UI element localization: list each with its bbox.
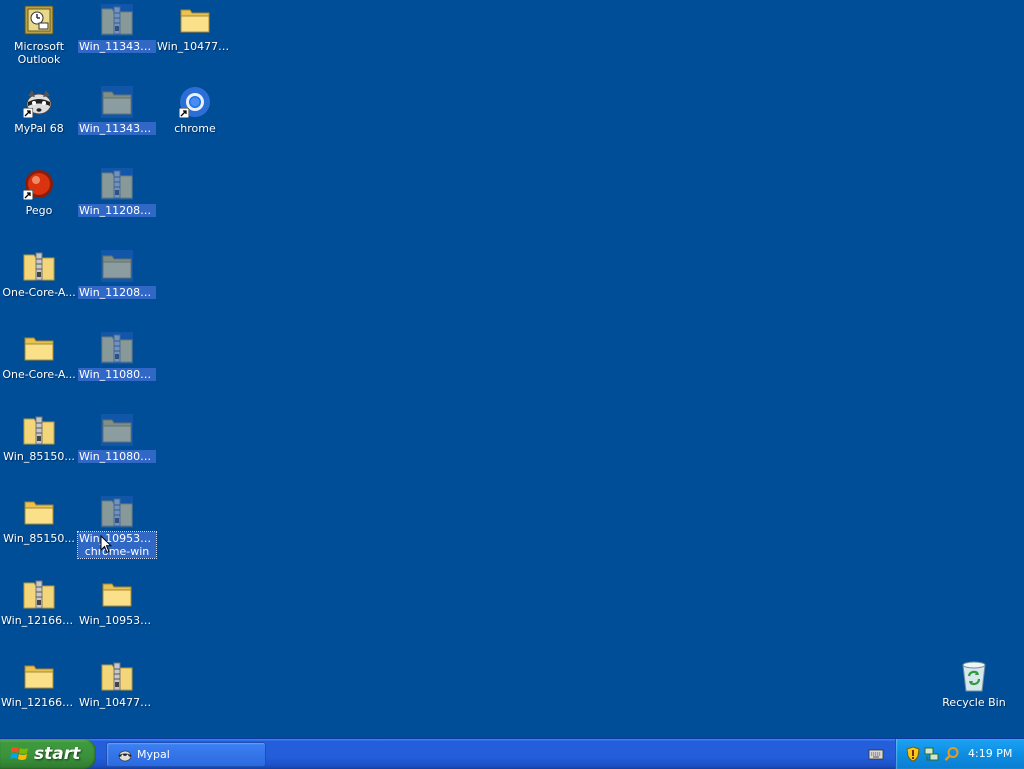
- folder-icon: [179, 4, 211, 36]
- icon-label: Win_112089...: [78, 286, 156, 299]
- desktop-icon-win-113434-folder[interactable]: Win_113434...: [78, 82, 156, 160]
- zip-folder-icon: [101, 660, 133, 692]
- shortcut-arrow-icon: [23, 190, 33, 200]
- icon-label: Win_121661...: [1, 696, 78, 709]
- keyboard-language-icon[interactable]: [868, 747, 884, 761]
- icon-label: Win_113434...: [78, 122, 156, 135]
- outlook-icon: [23, 4, 55, 36]
- windows-logo-icon: [10, 745, 30, 763]
- icon-label: Microsoft Outlook: [13, 40, 65, 66]
- taskbar: start Mypal 4:19 PM: [0, 738, 1024, 769]
- desktop-icon-recycle-bin[interactable]: Recycle Bin: [935, 656, 1013, 734]
- taskbar-button-mypal[interactable]: Mypal: [106, 742, 266, 767]
- desktop[interactable]: Microsoft Outlook MyPal 68 Pego One-Core…: [0, 0, 1024, 738]
- desktop-icon-mypal-68[interactable]: MyPal 68: [0, 82, 78, 160]
- icon-label: Win_85150...: [3, 532, 75, 545]
- search-icon[interactable]: [944, 746, 960, 762]
- zip-folder-icon: [23, 414, 55, 446]
- pego-icon: [23, 168, 55, 200]
- zip-folder-icon: [23, 250, 55, 282]
- zip-folder-icon: [101, 168, 133, 200]
- folder-icon: [101, 250, 133, 282]
- desktop-icon-one-core-a-folder[interactable]: One-Core-A...: [0, 328, 78, 406]
- icon-label: Win_1095399_ chrome-win: [77, 531, 157, 559]
- zip-folder-icon: [23, 578, 55, 610]
- recycle-bin-icon: [958, 660, 990, 692]
- icon-label: Recycle Bin: [942, 696, 1006, 709]
- zip-folder-icon: [101, 4, 133, 36]
- icon-label: Win_109539...: [79, 614, 156, 627]
- desktop-icon-win-104773-folder[interactable]: Win_104773...: [156, 0, 234, 78]
- icon-label: Win_112089...: [78, 204, 156, 217]
- taskbar-button-label: Mypal: [137, 748, 170, 761]
- icon-label: Win_110804...: [78, 368, 156, 381]
- chrome-icon: [179, 86, 211, 118]
- shortcut-arrow-icon: [23, 108, 33, 118]
- icon-label: Win_85150...: [3, 450, 75, 463]
- desktop-icon-win-112089-folder[interactable]: Win_112089...: [78, 246, 156, 324]
- desktop-icon-win-113434-zip[interactable]: Win_113434...: [78, 0, 156, 78]
- desktop-icon-microsoft-outlook[interactable]: Microsoft Outlook: [0, 0, 78, 78]
- mypal-raccoon-icon: [117, 747, 133, 763]
- desktop-icon-win-109539-folder[interactable]: Win_109539...: [78, 574, 156, 652]
- icon-label: Win_113434...: [78, 40, 156, 53]
- icon-label: Win_104773...: [157, 40, 234, 53]
- folder-icon: [23, 332, 55, 364]
- zip-folder-icon: [101, 332, 133, 364]
- start-label: start: [34, 744, 81, 764]
- network-icon[interactable]: [924, 746, 940, 762]
- desktop-icon-one-core-a-zip[interactable]: One-Core-A...: [0, 246, 78, 324]
- desktop-icon-win-121661-folder[interactable]: Win_121661...: [0, 656, 78, 734]
- icon-label: MyPal 68: [14, 122, 64, 135]
- desktop-icon-win-110804-zip[interactable]: Win_110804...: [78, 328, 156, 406]
- folder-icon: [23, 660, 55, 692]
- clock[interactable]: 4:19 PM: [968, 747, 1012, 760]
- desktop-icon-win-85150-zip[interactable]: Win_85150...: [0, 410, 78, 488]
- desktop-icon-win-1095399-zip[interactable]: Win_1095399_ chrome-win: [77, 492, 157, 570]
- icon-label: Win_121661...: [1, 614, 78, 627]
- desktop-icon-win-104773-zip[interactable]: Win_104773...: [78, 656, 156, 734]
- mypal-raccoon-icon: [23, 86, 55, 118]
- icon-label: chrome: [174, 122, 216, 135]
- zip-folder-icon: [101, 496, 133, 528]
- icon-label: One-Core-A...: [2, 286, 76, 299]
- icon-label: Pego: [25, 204, 53, 217]
- desktop-icon-win-112089-zip[interactable]: Win_112089...: [78, 164, 156, 242]
- icon-label: One-Core-A...: [2, 368, 76, 381]
- icon-label: Win_110804...: [78, 450, 156, 463]
- folder-icon: [101, 578, 133, 610]
- desktop-icon-win-121661-zip[interactable]: Win_121661...: [0, 574, 78, 652]
- folder-icon: [101, 86, 133, 118]
- desktop-icon-win-110804-folder[interactable]: Win_110804...: [78, 410, 156, 488]
- folder-icon: [23, 496, 55, 528]
- system-tray: 4:19 PM: [895, 739, 1024, 769]
- security-shield-icon[interactable]: [906, 746, 920, 762]
- icon-label: Win_104773...: [79, 696, 156, 709]
- desktop-icon-chrome[interactable]: chrome: [156, 82, 234, 160]
- folder-icon: [101, 414, 133, 446]
- shortcut-arrow-icon: [179, 108, 189, 118]
- start-button[interactable]: start: [0, 739, 96, 769]
- desktop-icon-win-85150-folder[interactable]: Win_85150...: [0, 492, 78, 570]
- desktop-icon-pego[interactable]: Pego: [0, 164, 78, 242]
